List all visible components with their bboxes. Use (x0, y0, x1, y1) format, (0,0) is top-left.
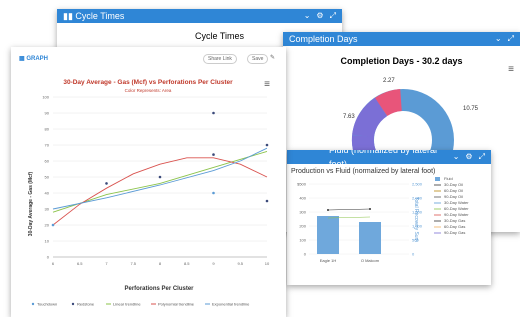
trendline (52, 157, 268, 226)
data-point (105, 182, 108, 185)
x-tick-label: 7.5 (130, 261, 136, 266)
collapse-icon[interactable]: ⌄ (304, 9, 311, 23)
legend-item: 90-Day Gas (444, 230, 465, 235)
category-label: Eagle 1H (320, 258, 337, 263)
y-tick-label: 30 (45, 207, 50, 212)
legend-marker (435, 177, 440, 181)
data-label: 10.75 (463, 106, 479, 112)
chart-icon: ▮▮ (63, 11, 73, 21)
y-axis-label: 30-Day Average - Gas (Mcf) (28, 171, 34, 236)
panel-title: Completion Days (289, 34, 358, 44)
slice-pink (374, 89, 403, 117)
legend-item: Polynomial trendline (158, 302, 195, 307)
collapse-icon[interactable]: ⌄ (453, 150, 460, 164)
expand-icon[interactable]: ⤢ (508, 32, 514, 46)
bar (359, 222, 381, 254)
fluid-header: Fluid (normalized by lateral foot) ⌄ ⚙ ⤢ (287, 150, 491, 169)
expand-icon[interactable]: ⤢ (479, 150, 485, 164)
data-point (265, 143, 269, 147)
chart-title: Completion Days - 30.2 days (340, 56, 463, 66)
y-tick-label: 40 (45, 191, 50, 196)
scatter-chart: 30-Day Average - Gas (Mcf) vs Perforatio… (28, 79, 270, 307)
collapse-icon[interactable]: ⌄ (495, 32, 502, 46)
legend-item: 90-Day Water (444, 212, 469, 217)
y-tick-label: 10 (45, 239, 50, 244)
legend-item: 90-Day Oil (444, 194, 463, 199)
category-label: O Malcom (361, 258, 380, 263)
y-axis: $500 400 300 200 100 0 (297, 182, 409, 257)
graph-panel: ▦ GRAPH Share Link Save ✎ ≡ 30-Day Avera… (11, 47, 286, 317)
right-tick-label: 2,500 (412, 182, 423, 187)
y-tick-label: $500 (297, 182, 307, 187)
data-point (265, 199, 269, 203)
completion-days-header: Completion Days ⌄ ⤢ (283, 32, 520, 46)
chart-title: 30-Day Average - Gas (Mcf) vs Perforatio… (63, 79, 233, 86)
y-tick-label: 90 (45, 111, 50, 116)
legend-item: 60-Day Water (444, 206, 469, 211)
x-tick-label: 9 (212, 261, 215, 266)
legend-item: Fluid (444, 176, 453, 181)
cycle-times-header: ▮▮ Cycle Times ⌄ ⚙ ⤢ (57, 9, 342, 23)
legend-item: Linear trendline (113, 302, 141, 307)
x-tick-label: 7 (105, 261, 108, 266)
data-label: 7.63 (343, 114, 355, 120)
data-point (158, 175, 162, 179)
legend-item: Exponential trendline (212, 302, 250, 307)
x-tick-label: 8 (159, 261, 162, 266)
legend-item: 30-Day Gas (444, 218, 465, 223)
y-tick-label: 400 (299, 196, 306, 201)
expand-icon[interactable]: ⤢ (330, 9, 336, 23)
y-tick-label: 300 (299, 210, 306, 215)
x-axis-label: Perforations Per Cluster (124, 286, 194, 292)
fluid-panel: Fluid (normalized by lateral foot) ⌄ ⚙ ⤢… (287, 150, 491, 285)
trendline (52, 150, 268, 213)
data-point (51, 223, 55, 227)
legend-item: 60-Day Oil (444, 188, 463, 193)
gear-icon[interactable]: ⚙ (316, 9, 323, 23)
x-tick-label: 10 (265, 261, 270, 266)
bar (317, 216, 339, 254)
panel-title: Cycle Times (75, 11, 125, 21)
x-tick-label: 9.5 (237, 261, 243, 266)
data-point (369, 208, 371, 210)
slice-purple (352, 97, 388, 138)
y-tick-label: 20 (45, 223, 50, 228)
y-tick-label: 60 (45, 159, 50, 164)
x-tick-label: 8.5 (184, 261, 190, 266)
data-point (212, 111, 215, 115)
legend-marker (31, 302, 35, 306)
y-tick-label: 100 (299, 238, 306, 243)
y-tick-label: 0 (47, 255, 50, 260)
bars: Eagle 1H O Malcom (317, 208, 381, 263)
y-tick-label: 100 (42, 95, 49, 100)
y-tick-label: 0 (304, 252, 307, 257)
y-tick-label: 80 (45, 127, 50, 132)
legend-item: Touchdown (37, 302, 57, 307)
x-tick-label: 6.5 (77, 261, 83, 266)
legend-item: 30-Day Oil (444, 182, 463, 187)
fluid-chart: $500 400 300 200 100 0 Eagle 1H O Malcom 2,500… (297, 176, 469, 263)
legend-item: Redstone (77, 302, 95, 307)
x-tick-label: 6 (52, 261, 55, 266)
right-axis-label: Total Recovery Sum (413, 197, 419, 242)
right-tick-label: 0 (412, 252, 415, 257)
data-point (327, 209, 329, 211)
legend-item: 60-Day Gas (444, 224, 465, 229)
series-line (327, 208, 371, 211)
legend-marker (71, 302, 75, 306)
data-label: 2.27 (383, 78, 395, 84)
chart-subtitle: Color Represents: Area (125, 88, 172, 93)
data-point (212, 191, 215, 195)
legend-item: 30-Day Water (444, 200, 469, 205)
gear-icon[interactable]: ⚙ (465, 150, 472, 164)
data-point (212, 153, 215, 156)
y-tick-label: 50 (45, 175, 50, 180)
legend: Fluid30-Day Oil60-Day Oil90-Day Oil30-Da… (434, 176, 469, 235)
y-tick-label: 70 (45, 143, 50, 148)
y-tick-label: 200 (299, 224, 306, 229)
trendline (52, 147, 268, 210)
